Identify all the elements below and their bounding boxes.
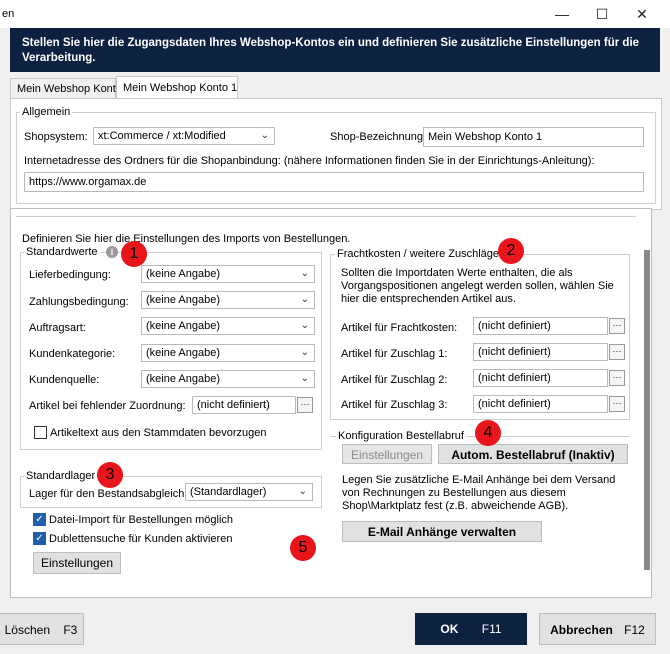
delete-label: Löschen <box>4 623 50 637</box>
chevron-down-icon: ⌄ <box>260 130 269 141</box>
bestellabruf-title: Konfiguration Bestellabruf <box>336 430 466 442</box>
chevron-down-icon: ⌄ <box>300 373 309 384</box>
shopsystem-label: Shopsystem: <box>24 131 88 143</box>
lieferbedingung-select[interactable]: (keine Angabe) ⌄ <box>141 265 315 283</box>
info-icon[interactable]: i <box>106 246 118 258</box>
tab-mein-webshop-konto-1[interactable]: Mein Webshop Konto 1 <box>116 76 238 99</box>
zuschlag-2-label: Artikel für Zuschlag 2: <box>341 374 448 386</box>
delete-shortcut: F3 <box>63 623 78 637</box>
kundenkategorie-value: (keine Angabe) <box>146 347 220 359</box>
auftragsart-label: Auftragsart: <box>29 322 86 334</box>
artikel-fehlend-label: Artikel bei fehlender Zuordnung: <box>29 400 186 412</box>
zuschlag-1-field[interactable]: (nicht definiert) <box>473 343 608 361</box>
kundenquelle-value: (keine Angabe) <box>146 373 220 385</box>
marker-5: 5 <box>290 535 316 561</box>
close-icon[interactable]: ✕ <box>628 4 656 24</box>
marker-1: 1 <box>121 241 147 267</box>
dubletten-checkbox[interactable]: ✓ <box>33 532 46 545</box>
auftragsart-value: (keine Angabe) <box>146 320 220 332</box>
datei-import-checkbox[interactable]: ✓ <box>33 513 46 526</box>
ok-shortcut: F11 <box>481 622 502 636</box>
cancel-label: Abbrechen <box>550 623 613 637</box>
zuschlag-2-browse-button[interactable]: ··· <box>609 370 625 386</box>
shop-bezeichnung-field[interactable]: Mein Webshop Konto 1 <box>423 127 644 147</box>
kundenkategorie-label: Kundenkategorie: <box>29 348 116 360</box>
einstellungen-button[interactable]: Einstellungen <box>33 552 121 574</box>
maximize-icon[interactable]: ☐ <box>588 4 616 24</box>
zuschlag-1-browse-button[interactable]: ··· <box>609 344 625 360</box>
marker-3: 3 <box>97 462 123 488</box>
ok-button[interactable]: OK F11 <box>415 613 527 645</box>
panel-divider <box>16 216 636 217</box>
cancel-button[interactable]: Abbrechen F12 <box>539 613 656 645</box>
frachtkosten-field[interactable]: (nicht definiert) <box>473 317 608 335</box>
zahlungsbedingung-label: Zahlungsbedingung: <box>29 296 129 308</box>
allgemein-title: Allgemein <box>20 106 73 118</box>
lager-value: (Standardlager) <box>190 486 267 498</box>
title-bar: en — ☐ ✕ <box>0 0 670 28</box>
autom-bestellabruf-button[interactable]: Autom. Bestellabruf (Inaktiv) <box>438 444 628 464</box>
chevron-down-icon: ⌄ <box>298 486 307 497</box>
delete-button[interactable]: Löschen F3 <box>0 613 84 645</box>
zahlungsbedingung-value: (keine Angabe) <box>146 294 220 306</box>
shopsystem-value: xt:Commerce / xt:Modified <box>98 130 226 142</box>
chevron-down-icon: ⌄ <box>300 268 309 279</box>
kundenquelle-label: Kundenquelle: <box>29 374 100 386</box>
cancel-shortcut: F12 <box>624 623 645 637</box>
marker-4: 4 <box>475 420 501 446</box>
artikel-fehlend-browse-button[interactable]: ··· <box>297 397 313 413</box>
chevron-down-icon: ⌄ <box>300 294 309 305</box>
window-title: en <box>2 8 15 20</box>
email-anhaenge-button[interactable]: E-Mail Anhänge verwalten <box>342 521 542 542</box>
header-text: Stellen Sie hier die Zugangsdaten Ihres … <box>22 37 640 64</box>
lager-label: Lager für den Bestandsabgleich: <box>29 488 188 500</box>
minimize-icon[interactable]: — <box>548 4 576 24</box>
shopsystem-select[interactable]: xt:Commerce / xt:Modified ⌄ <box>93 127 275 145</box>
artikeltext-label: Artikeltext aus den Stammdaten bevorzuge… <box>50 427 267 439</box>
frachtkosten-label: Artikel für Frachtkosten: <box>341 322 458 334</box>
header-banner: Stellen Sie hier die Zugangsdaten Ihres … <box>10 28 660 72</box>
fracht-description: Sollten die Importdaten Werte enthalten,… <box>341 267 614 305</box>
kundenquelle-select[interactable]: (keine Angabe) ⌄ <box>141 370 315 388</box>
marker-2: 2 <box>498 238 524 264</box>
lager-select[interactable]: (Standardlager) ⌄ <box>185 483 313 501</box>
chevron-down-icon: ⌄ <box>300 347 309 358</box>
zuschlag-3-label: Artikel für Zuschlag 3: <box>341 399 448 411</box>
shop-bezeichnung-label: Shop-Bezeichnung: <box>330 131 427 143</box>
chevron-down-icon: ⌄ <box>300 320 309 331</box>
standardwerte-title: Standardwerte <box>24 246 100 258</box>
url-field[interactable]: https://www.orgamax.de <box>24 172 644 192</box>
zuschlag-3-browse-button[interactable]: ··· <box>609 396 625 412</box>
zuschlag-2-field[interactable]: (nicht definiert) <box>473 369 608 387</box>
fracht-title: Frachtkosten / weitere Zuschläge <box>335 248 502 260</box>
artikeltext-checkbox[interactable] <box>34 426 47 439</box>
artikel-fehlend-field[interactable]: (nicht definiert) <box>192 396 296 414</box>
zahlungsbedingung-select[interactable]: (keine Angabe) ⌄ <box>141 291 315 309</box>
kundenkategorie-select[interactable]: (keine Angabe) ⌄ <box>141 344 315 362</box>
frachtkosten-browse-button[interactable]: ··· <box>609 318 625 334</box>
zuschlag-3-field[interactable]: (nicht definiert) <box>473 395 608 413</box>
url-label: Internetadresse des Ordners für die Shop… <box>24 155 595 167</box>
zuschlag-1-label: Artikel für Zuschlag 1: <box>341 348 448 360</box>
bestellabruf-einstellungen-button[interactable]: Einstellungen <box>342 444 432 464</box>
dubletten-label: Dublettensuche für Kunden aktivieren <box>49 533 233 545</box>
lieferbedingung-label: Lieferbedingung: <box>29 269 111 281</box>
import-intro: Definieren Sie hier die Einstellungen de… <box>22 233 351 245</box>
email-description: Legen Sie zusätzliche E-Mail Anhänge bei… <box>342 474 616 512</box>
lieferbedingung-value: (keine Angabe) <box>146 268 220 280</box>
datei-import-label: Datei-Import für Bestellungen möglich <box>49 514 234 526</box>
ok-label: OK <box>440 622 459 636</box>
tab-mein-webshop-konto[interactable]: Mein Webshop Konto <box>10 78 122 98</box>
vertical-scrollbar[interactable] <box>644 250 650 570</box>
auftragsart-select[interactable]: (keine Angabe) ⌄ <box>141 317 315 335</box>
standardlager-title: Standardlager <box>24 470 98 482</box>
